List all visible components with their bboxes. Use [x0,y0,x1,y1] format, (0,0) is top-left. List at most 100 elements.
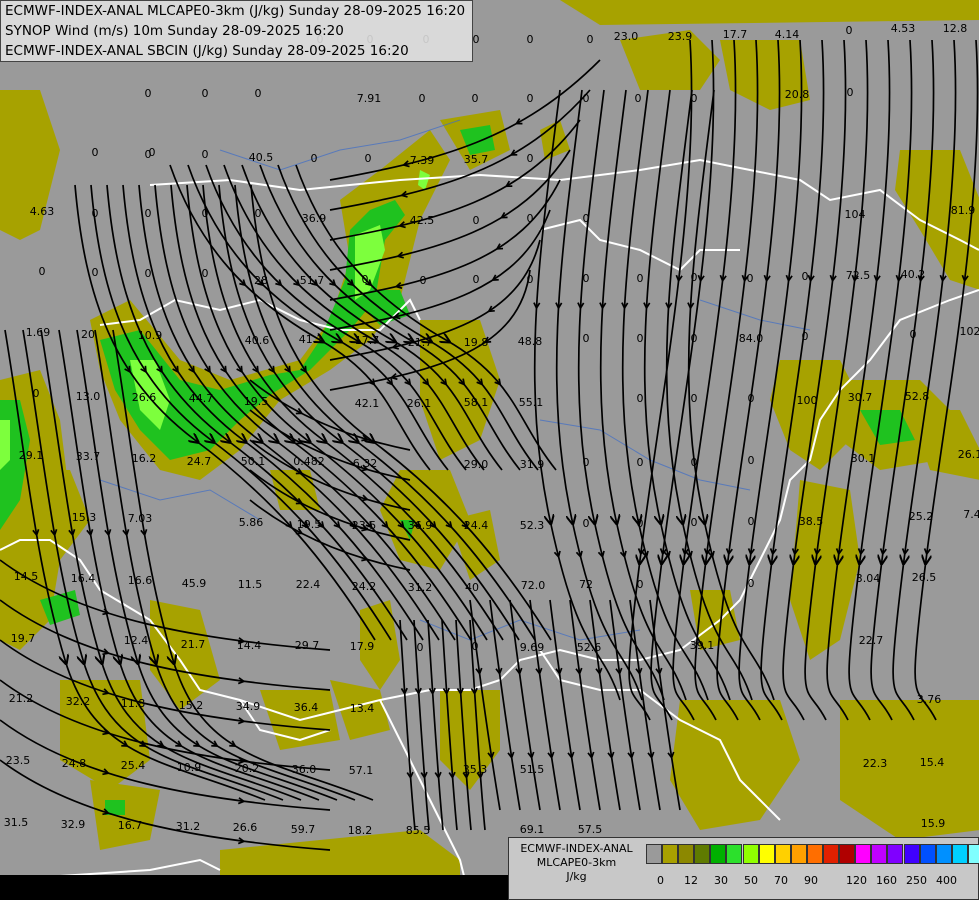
value-label: 24.7 [187,455,212,468]
legend-tick-label: 0 [657,874,664,887]
value-label: 39.1 [690,639,715,652]
value-label: 45.9 [182,577,207,590]
value-label: 52.6 [577,641,602,654]
streamline [555,89,643,701]
value-label: 7.4 [963,508,979,521]
value-label: 0 [362,273,369,286]
value-label: 0 [202,87,209,100]
value-label: 28 [254,274,268,287]
value-label: 22.4 [296,578,321,591]
value-label: 40 [465,581,479,594]
value-label: 16.6 [128,574,153,587]
value-label: 0 [583,517,590,530]
value-label: 23.9 [668,30,693,43]
value-label: 0 [691,332,698,345]
value-label: 0 [691,516,698,529]
legend-tick-label: 12 [684,874,698,887]
value-label: 17.7 [723,28,748,41]
value-label: 51.5 [520,763,545,776]
value-label: 0 [748,454,755,467]
value-label: 18.2 [348,824,373,837]
value-label: 0 [527,92,534,105]
value-label: 0 [255,207,262,220]
value-label: 102 [960,325,979,338]
value-label: 0 [691,271,698,284]
value-label: 17.9 [350,640,375,653]
legend-swatch [839,844,856,864]
legend-tick-label: 90 [804,874,818,887]
value-label: 0 [365,152,372,165]
legend-source: ECMWF-INDEX-ANAL [520,842,633,855]
value-label: 50.1 [241,455,266,468]
streamline [628,39,693,721]
value-label: 40.2 [901,268,926,281]
value-label: 40.6 [245,334,270,347]
value-label: 26.1 [407,397,432,410]
value-label: 0 [527,33,534,46]
legend-param: MLCAPE0-3km [536,856,617,869]
legend-swatch [694,844,711,864]
value-label: 0 [255,87,262,100]
legend-tick-label: 70 [774,874,788,887]
value-label: 32.2 [66,695,91,708]
value-label: 0 [802,330,809,343]
value-label: 14.4 [237,639,262,652]
legend-swatch [823,844,840,864]
value-label: 69.1 [520,823,545,836]
value-label: 0 [637,517,644,530]
value-label: 31.9 [520,458,545,471]
value-label: 57.1 [349,764,374,777]
streamline [399,619,416,831]
value-label: 0 [846,24,853,37]
value-label: 0 [202,148,209,161]
value-label: 84.0 [739,332,764,345]
value-label: 42.1 [355,397,380,410]
value-label: 11.5 [238,578,263,591]
value-label: 7.39 [410,154,435,167]
value-label: 35.7 [464,153,489,166]
value-label: 57.5 [578,823,603,836]
value-label: 0 [145,148,152,161]
value-label: 6.32 [353,457,378,470]
legend-tick-label: 250 [906,874,927,887]
value-label: 0 [145,207,152,220]
value-label: 0 [145,87,152,100]
value-label: 0 [583,456,590,469]
value-label: 72.5 [846,269,871,282]
legend-swatch [742,844,759,864]
legend-swatch [678,844,695,864]
value-label: 52.3 [520,519,545,532]
value-label: 16.4 [71,572,96,585]
value-label: 34.9 [236,700,261,713]
value-label: 12.4 [124,634,149,647]
value-label: 26.1 [958,448,979,461]
legend-swatch [967,844,979,864]
map-edge [0,875,508,900]
value-label: 21.7 [408,336,433,349]
legend-swatches [646,844,979,864]
legend-swatch [790,844,807,864]
value-label: 13.4 [350,702,375,715]
value-label: 0 [748,392,755,405]
value-label: 9.69 [520,641,545,654]
value-label: 0 [637,392,644,405]
value-label: 11.8 [121,697,146,710]
legend-swatch [871,844,888,864]
value-label: 85.5 [406,824,431,837]
value-label: 0 [202,267,209,280]
value-label: 0 [583,332,590,345]
value-label: 0 [583,212,590,225]
value-label: 42.5 [410,214,435,227]
value-label: 0 [637,456,644,469]
map-title-box: ECMWF-INDEX-ANAL MLCAPE0-3km (J/kg) Sund… [0,0,473,62]
value-label: 19.5 [244,395,269,408]
value-label: 36.0 [292,763,317,776]
title-line-wind: SYNOP Wind (m/s) 10m Sunday 28-09-2025 1… [5,23,344,39]
value-label: 100 [797,394,818,407]
map-canvas[interactable]: 23.0 23.9 17.7 4.14 0 4.53 12.8 0 0 0 0 0 0 7.91 0 0 0 0 0… [0,0,979,900]
value-label: 19.8 [464,336,489,349]
value-label: 30.1 [851,452,876,465]
value-label: 0 [527,152,534,165]
value-label: 24.8 [62,757,87,770]
legend-title: ECMWF-INDEX-ANAL MLCAPE0-3km J/kg [509,842,644,884]
